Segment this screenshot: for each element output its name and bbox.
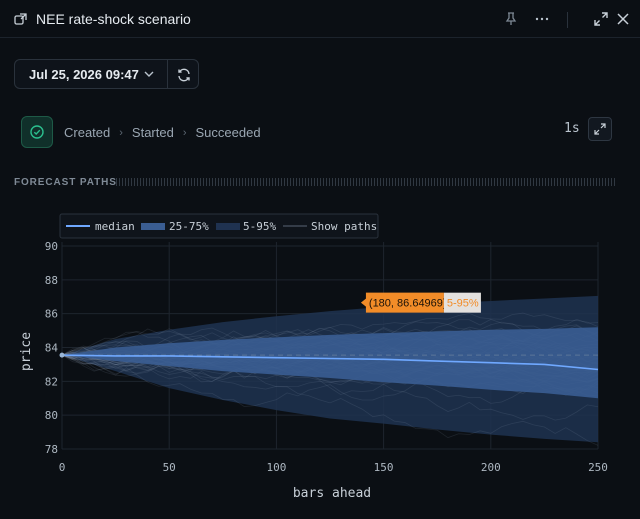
check-circle-icon <box>30 125 44 139</box>
y-tick-label: 90 <box>45 240 58 253</box>
section-divider <box>116 178 616 186</box>
refresh-icon <box>178 68 190 82</box>
refresh-button[interactable] <box>167 59 199 89</box>
x-tick-label: 200 <box>481 461 501 474</box>
chevron-right-icon: › <box>119 126 123 139</box>
chevron-down-icon <box>144 71 154 77</box>
pin-icon[interactable] <box>503 11 519 27</box>
x-tick-label: 100 <box>266 461 286 474</box>
legend-swatch-5-95 <box>216 223 240 230</box>
step-succeeded: Succeeded <box>195 125 261 140</box>
expand-status-button[interactable] <box>588 117 612 141</box>
tooltip-value: (180, 86.64969) <box>369 298 447 310</box>
show-paths-toggle[interactable]: Show paths <box>311 220 377 233</box>
more-icon[interactable] <box>534 11 550 27</box>
x-tick-label: 150 <box>374 461 394 474</box>
titlebar-divider <box>567 12 568 28</box>
run-status: Created › Started › Succeeded 1s <box>14 110 626 154</box>
y-tick-label: 88 <box>45 274 58 287</box>
window-titlebar: NEE rate-shock scenario <box>0 0 640 38</box>
x-tick-label: 250 <box>588 461 608 474</box>
maximize-icon[interactable] <box>593 11 609 27</box>
legend-swatch-25-75 <box>141 223 165 230</box>
window-title: NEE rate-shock scenario <box>36 11 191 27</box>
start-point <box>59 352 65 358</box>
run-duration: 1s <box>564 121 580 136</box>
x-tick-label: 0 <box>59 461 66 474</box>
step-started: Started <box>131 125 174 140</box>
y-tick-label: 82 <box>45 375 58 388</box>
datetime-value: Jul 25, 2026 09:47 <box>29 67 139 82</box>
y-tick-label: 80 <box>45 409 58 422</box>
tooltip-series-label: 5-95% <box>447 298 479 310</box>
legend-label-median: median <box>95 220 135 233</box>
y-tick-label: 86 <box>45 308 58 321</box>
status-steps: Created › Started › Succeeded <box>64 125 261 140</box>
close-icon[interactable] <box>615 11 631 27</box>
step-created: Created <box>64 125 111 140</box>
legend-label-5-95: 5-95% <box>243 220 276 233</box>
y-tick-label: 84 <box>45 342 59 355</box>
y-axis-label: price <box>19 332 34 371</box>
status-indicator <box>21 116 53 148</box>
y-tick-label: 78 <box>45 443 58 456</box>
section-heading: FORECAST PATHS <box>14 177 117 188</box>
chevron-right-icon: › <box>182 126 187 139</box>
link-out-icon[interactable] <box>13 11 29 27</box>
expand-icon <box>594 123 606 135</box>
x-axis-label: bars ahead <box>293 486 371 501</box>
legend-label-25-75: 25-75% <box>169 220 209 233</box>
datetime-select[interactable]: Jul 25, 2026 09:47 <box>14 59 168 89</box>
x-tick-label: 50 <box>163 461 176 474</box>
forecast-chart: 78 80 82 84 86 88 90 0 50 100 150 200 250 bars ahead p… <box>19 213 608 501</box>
